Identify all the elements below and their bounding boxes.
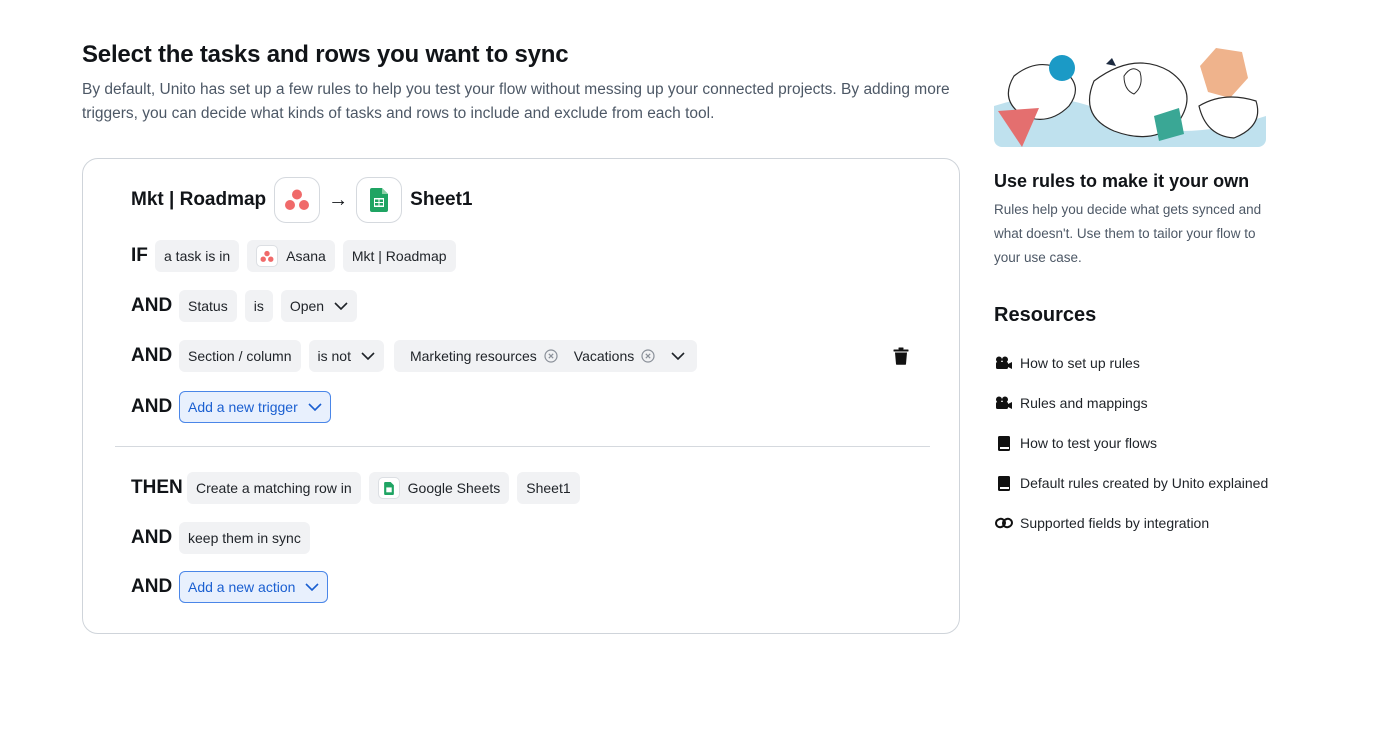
- target-tool-label: Google Sheets: [407, 480, 501, 496]
- trigger-row-add: AND Add a new trigger: [131, 391, 331, 423]
- value-tag-label: Marketing resources: [409, 348, 537, 364]
- and-keyword: AND: [131, 345, 173, 366]
- source-project-name: Mkt | Roadmap: [131, 189, 267, 210]
- sidebar-title: Use rules to make it your own: [994, 171, 1250, 191]
- and-keyword: AND: [131, 576, 173, 597]
- page-title: Select the tasks and rows you want to sy…: [82, 41, 569, 68]
- divider: [115, 446, 930, 447]
- status-value-dropdown[interactable]: Open: [280, 290, 358, 322]
- chevron-down-icon: [671, 352, 685, 360]
- source-tool-label: Asana: [286, 248, 326, 264]
- google-sheets-icon: [377, 477, 400, 499]
- resource-link[interactable]: Rules and mappings: [994, 383, 1274, 423]
- status-value-label: Open: [289, 298, 325, 314]
- trigger-row-section: AND Section / column is not Marketing re…: [131, 340, 698, 372]
- trash-icon[interactable]: [893, 347, 909, 370]
- resource-label: Rules and mappings: [1020, 395, 1148, 411]
- action-row-then: THEN Create a matching row in Google She…: [131, 472, 580, 504]
- operator-dropdown[interactable]: is not: [308, 340, 384, 372]
- resource-label: Default rules created by Unito explained: [1020, 475, 1269, 491]
- resource-label: How to set up rules: [1020, 355, 1140, 371]
- add-trigger-label: Add a new trigger: [188, 399, 298, 415]
- section-values-multiselect[interactable]: Marketing resources Vacations: [393, 340, 698, 372]
- target-tool-chip[interactable]: Google Sheets: [368, 472, 510, 504]
- trigger-row-status: AND Status is Open: [131, 290, 358, 322]
- resource-label: Supported fields by integration: [1020, 515, 1210, 531]
- add-action-button[interactable]: Add a new action: [179, 571, 329, 603]
- rules-illustration: [994, 46, 1266, 147]
- trigger-row-if: IF a task is in Asana Mkt | Roadmap: [131, 240, 456, 272]
- value-tag-label: Vacations: [573, 348, 635, 364]
- sidebar: Use rules to make it your own Rules help…: [994, 46, 1274, 543]
- action-row-add: AND Add a new action: [131, 571, 329, 603]
- target-sheet-chip[interactable]: Sheet1: [517, 472, 580, 504]
- then-keyword: THEN: [131, 477, 183, 498]
- chevron-down-icon: [334, 302, 348, 310]
- resource-link[interactable]: How to test your flows: [994, 423, 1274, 463]
- operator-label: is not: [317, 348, 351, 364]
- keep-in-sync-chip: keep them in sync: [179, 522, 310, 554]
- and-keyword: AND: [131, 295, 173, 316]
- page-description: By default, Unito has set up a few rules…: [82, 81, 950, 122]
- book-icon: [994, 435, 1014, 451]
- and-keyword: AND: [131, 396, 173, 417]
- asana-icon: [256, 245, 279, 267]
- asana-tool-box: [274, 177, 321, 223]
- remove-tag-icon[interactable]: [544, 349, 558, 363]
- task-location-chip: a task is in: [155, 240, 240, 272]
- and-keyword: AND: [131, 527, 173, 548]
- action-chip: Create a matching row in: [187, 472, 361, 504]
- value-tag: Marketing resources: [410, 348, 558, 364]
- chevron-down-icon: [305, 583, 319, 591]
- video-icon: [994, 356, 1014, 370]
- add-action-label: Add a new action: [188, 579, 296, 595]
- link-icon: [994, 517, 1014, 529]
- chevron-down-icon: [361, 352, 375, 360]
- rules-card: Mkt | Roadmap → Sheet1 IF a task is in A…: [82, 158, 960, 634]
- operator-is-chip: is: [244, 290, 273, 322]
- value-tag: Vacations: [574, 348, 655, 364]
- resource-link[interactable]: Supported fields by integration: [994, 503, 1274, 543]
- resource-link[interactable]: Default rules created by Unito explained: [994, 463, 1274, 503]
- flow-arrow: →: [328, 188, 349, 211]
- book-icon: [994, 475, 1014, 491]
- video-icon: [994, 396, 1014, 410]
- flow-header: Mkt | Roadmap → Sheet1: [131, 175, 472, 225]
- google-sheets-icon: [370, 188, 389, 212]
- if-keyword: IF: [131, 245, 148, 266]
- asana-icon: [285, 189, 310, 210]
- target-sheet-name: Sheet1: [410, 189, 473, 210]
- source-project-chip[interactable]: Mkt | Roadmap: [342, 240, 456, 272]
- resource-link[interactable]: How to set up rules: [994, 343, 1274, 383]
- field-section-chip[interactable]: Section / column: [179, 340, 301, 372]
- sheets-tool-box: [356, 177, 403, 223]
- source-tool-chip[interactable]: Asana: [247, 240, 335, 272]
- sidebar-description: Rules help you decide what gets synced a…: [994, 202, 1262, 265]
- action-row-sync: AND keep them in sync: [131, 522, 310, 554]
- resources-title: Resources: [994, 304, 1097, 326]
- chevron-down-icon: [308, 403, 322, 411]
- resources-list: How to set up rules Rules and mappings H…: [994, 343, 1274, 543]
- main-content: Select the tasks and rows you want to sy…: [82, 40, 962, 126]
- remove-tag-icon[interactable]: [641, 349, 655, 363]
- field-status-chip[interactable]: Status: [179, 290, 237, 322]
- resource-label: How to test your flows: [1020, 435, 1157, 451]
- add-trigger-button[interactable]: Add a new trigger: [179, 391, 331, 423]
